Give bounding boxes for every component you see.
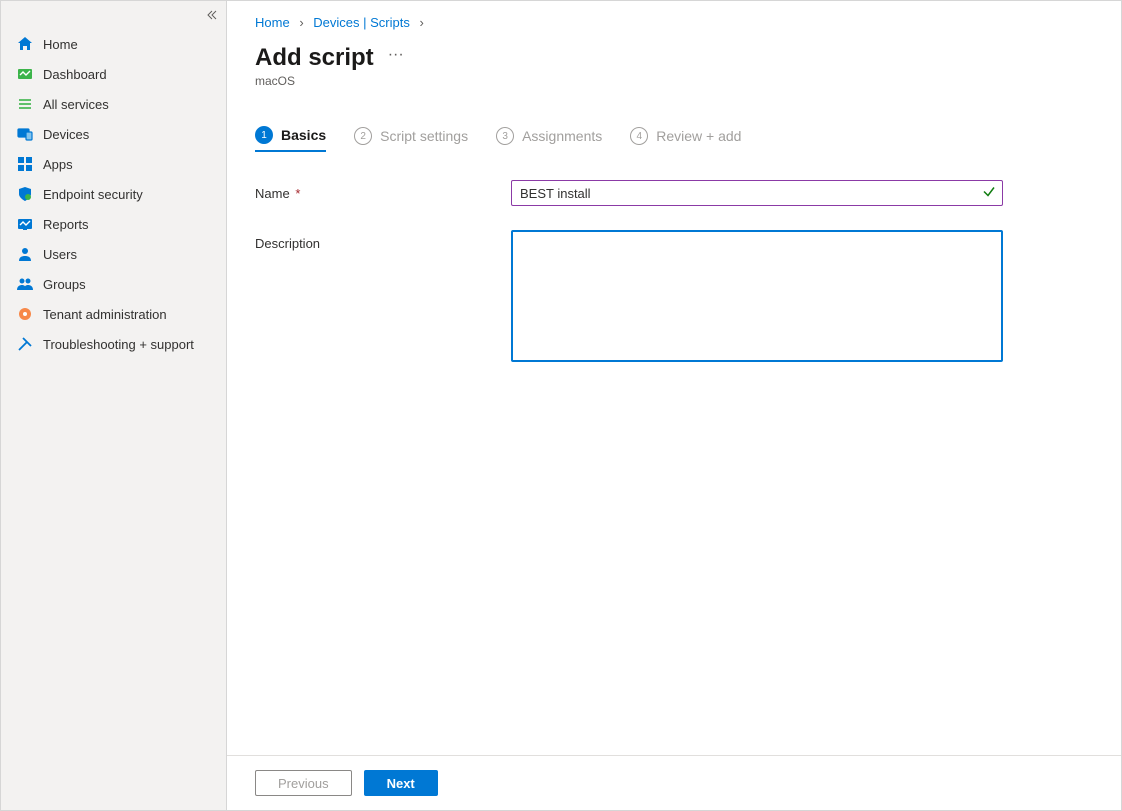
sidebar-item-groups[interactable]: Groups: [1, 269, 226, 299]
page-title: Add script: [255, 44, 374, 72]
sidebar-item-dashboard[interactable]: Dashboard: [1, 59, 226, 89]
sidebar-item-label: Dashboard: [43, 67, 107, 82]
sidebar-item-users[interactable]: Users: [1, 239, 226, 269]
next-button[interactable]: Next: [364, 770, 438, 796]
sidebar-item-tenant-administration[interactable]: Tenant administration: [1, 299, 226, 329]
page-subtitle: macOS: [255, 74, 1093, 88]
sidebar-item-label: Home: [43, 37, 78, 52]
reports-icon: [17, 216, 33, 232]
tab-number: 3: [496, 127, 514, 145]
previous-button[interactable]: Previous: [255, 770, 352, 796]
sidebar: Home Dashboard All services Devices Apps…: [1, 1, 227, 810]
wizard-tabs: 1 Basics 2 Script settings 3 Assignments…: [255, 126, 1093, 152]
tab-review-add[interactable]: 4 Review + add: [630, 127, 741, 151]
sidebar-item-label: Tenant administration: [43, 307, 167, 322]
description-textarea[interactable]: [511, 230, 1003, 362]
sidebar-item-all-services[interactable]: All services: [1, 89, 226, 119]
sidebar-item-devices[interactable]: Devices: [1, 119, 226, 149]
sidebar-item-label: Endpoint security: [43, 187, 143, 202]
sidebar-item-label: Devices: [43, 127, 89, 142]
tab-number: 4: [630, 127, 648, 145]
apps-icon: [17, 156, 33, 172]
shield-icon: [17, 186, 33, 202]
tab-label: Review + add: [656, 128, 741, 144]
user-icon: [17, 246, 33, 262]
sidebar-item-label: Troubleshooting + support: [43, 337, 194, 352]
breadcrumb-home[interactable]: Home: [255, 15, 290, 30]
breadcrumb-separator: ›: [413, 15, 429, 30]
sidebar-item-label: Apps: [43, 157, 73, 172]
tab-label: Script settings: [380, 128, 468, 144]
tab-number: 1: [255, 126, 273, 144]
tab-label: Basics: [281, 127, 326, 143]
wizard-footer: Previous Next: [227, 755, 1121, 810]
collapse-sidebar-icon[interactable]: [206, 9, 218, 24]
sidebar-item-reports[interactable]: Reports: [1, 209, 226, 239]
breadcrumb: Home › Devices | Scripts ›: [255, 15, 1093, 44]
name-input[interactable]: [511, 180, 1003, 206]
valid-check-icon: [982, 185, 996, 202]
sidebar-item-label: All services: [43, 97, 109, 112]
sidebar-item-label: Users: [43, 247, 77, 262]
groups-icon: [17, 276, 33, 292]
sidebar-item-endpoint-security[interactable]: Endpoint security: [1, 179, 226, 209]
breadcrumb-devices-scripts[interactable]: Devices | Scripts: [313, 15, 410, 30]
dashboard-icon: [17, 66, 33, 82]
sidebar-item-apps[interactable]: Apps: [1, 149, 226, 179]
name-label: Name: [255, 186, 290, 201]
tab-assignments[interactable]: 3 Assignments: [496, 127, 602, 151]
sidebar-item-home[interactable]: Home: [1, 29, 226, 59]
main-content: Home › Devices | Scripts › Add script ··…: [227, 1, 1121, 810]
gear-icon: [17, 306, 33, 322]
more-actions-icon[interactable]: ···: [388, 46, 404, 70]
breadcrumb-separator: ›: [293, 15, 309, 30]
basics-form: Name * Description: [255, 180, 1093, 365]
wrench-icon: [17, 336, 33, 352]
list-icon: [17, 96, 33, 112]
sidebar-item-label: Groups: [43, 277, 86, 292]
description-label: Description: [255, 236, 320, 251]
tab-number: 2: [354, 127, 372, 145]
sidebar-item-label: Reports: [43, 217, 89, 232]
sidebar-item-troubleshooting[interactable]: Troubleshooting + support: [1, 329, 226, 359]
home-icon: [17, 36, 33, 52]
tab-label: Assignments: [522, 128, 602, 144]
tab-basics[interactable]: 1 Basics: [255, 126, 326, 152]
required-indicator: *: [295, 186, 300, 201]
devices-icon: [17, 126, 33, 142]
tab-script-settings[interactable]: 2 Script settings: [354, 127, 468, 151]
